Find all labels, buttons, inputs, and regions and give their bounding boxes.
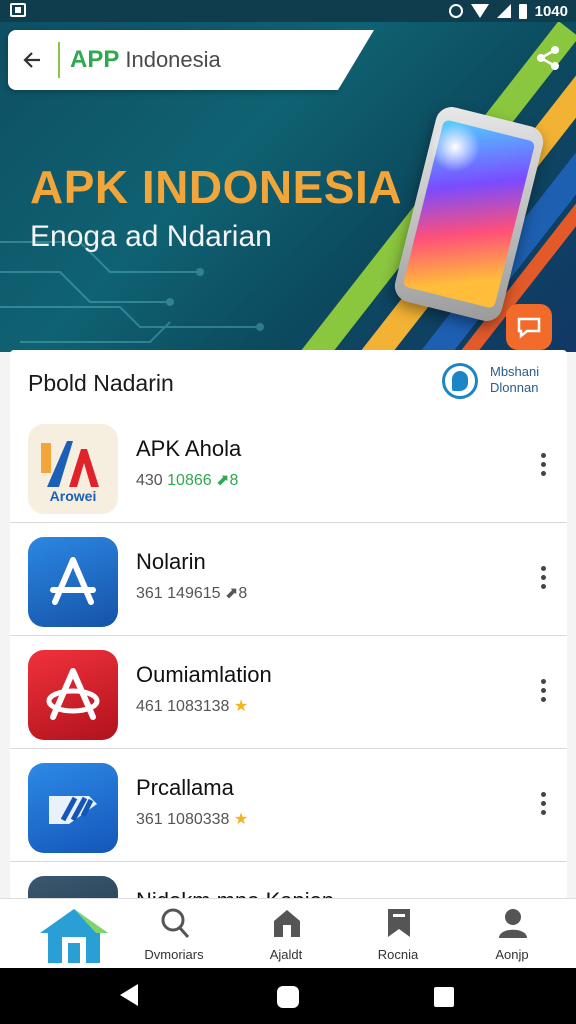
more-options-icon[interactable] (531, 446, 555, 482)
system-recents-icon[interactable] (434, 987, 454, 1007)
nav-search[interactable]: Dvmoriars (124, 899, 224, 969)
app-brand: APP (70, 46, 120, 73)
signal-icon (496, 4, 511, 18)
nav-label: Aonjp (495, 947, 529, 962)
back-arrow-icon[interactable] (8, 30, 58, 90)
list-title: Pbold Nadarin (28, 370, 174, 396)
more-options-icon[interactable] (531, 672, 555, 708)
home-icon (40, 909, 108, 963)
apk-logo-icon: Arowei (28, 424, 118, 514)
app-name: Nolarin (136, 549, 206, 574)
blue-slash-icon (28, 763, 118, 853)
app-meta: 361 149615 ⬈8 (136, 585, 248, 602)
app-meta: 430 10866 ⬈8 (136, 472, 239, 489)
nav-label: Ajaldt (269, 947, 303, 962)
system-navigation-bar (0, 968, 576, 1024)
more-options-icon[interactable] (531, 559, 555, 595)
system-home-icon[interactable] (277, 986, 299, 1008)
list-item[interactable]: Nidokm mna Kapion (10, 862, 567, 898)
list-header: Pbold Nadarin Mbshani Dlonnan (10, 350, 567, 410)
nav-label: Rocnia (377, 947, 419, 962)
nav-bookmark[interactable]: Rocnia (348, 899, 448, 969)
bottom-navigation: Dvmoriars Ajaldt Rocnia Aonjp (0, 898, 576, 968)
divider (58, 42, 60, 78)
status-bar: 1040 (0, 0, 576, 22)
red-a-icon (28, 650, 118, 740)
hero-title: APK INDONESIA (30, 161, 402, 213)
app-meta: 461 1083138 ★ (136, 698, 249, 715)
app-name: APK Ahola (136, 436, 242, 461)
app-name: Oumiamlation (136, 662, 272, 687)
list-item[interactable]: Arowei APK Ahola 430 10866 ⬈8 (10, 410, 567, 523)
mountain-icon (28, 876, 118, 898)
notification-icon (10, 3, 26, 17)
app-list-card: Pbold Nadarin Mbshani Dlonnan Arowei APK… (10, 350, 567, 898)
app-store-icon (28, 537, 118, 627)
system-back-icon[interactable] (120, 984, 138, 1006)
badge-text[interactable]: Mbshani Dlonnan (490, 364, 560, 396)
app-name: Nidokm mna Kapion (136, 888, 334, 898)
list-item[interactable]: Oumiamlation 461 1083138 ★ (10, 636, 567, 749)
share-icon[interactable] (534, 44, 562, 72)
apk-logo-text: Arowei (50, 488, 97, 504)
battery-icon (518, 3, 527, 19)
app-name: Prcallama (136, 775, 234, 800)
nav-house[interactable]: Ajaldt (236, 899, 336, 969)
nav-profile[interactable]: Aonjp (462, 899, 562, 969)
light-flare (430, 122, 480, 172)
alarm-icon (448, 4, 463, 18)
app-meta: 361 1080338 ★ (136, 811, 249, 828)
wifi-icon (470, 4, 489, 18)
search-icon (161, 908, 190, 938)
more-options-icon[interactable] (531, 785, 555, 821)
profile-icon (499, 909, 527, 938)
badge-icon[interactable] (442, 363, 478, 399)
chat-badge-icon[interactable] (506, 304, 552, 350)
hero-subtitle: Enoga ad Ndarian (30, 220, 272, 253)
house-icon (274, 910, 300, 937)
status-time: 1040 (534, 2, 568, 20)
bookmark-icon (388, 909, 410, 937)
nav-label: Dvmoriars (144, 947, 204, 962)
nav-home[interactable] (0, 899, 108, 969)
list-item[interactable]: Nolarin 361 149615 ⬈8 (10, 523, 567, 636)
list-item[interactable]: Prcallama 361 1080338 ★ (10, 749, 567, 862)
app-title-bar: APP Indonesia (8, 30, 374, 90)
app-brand-sub: Indonesia (125, 47, 221, 72)
